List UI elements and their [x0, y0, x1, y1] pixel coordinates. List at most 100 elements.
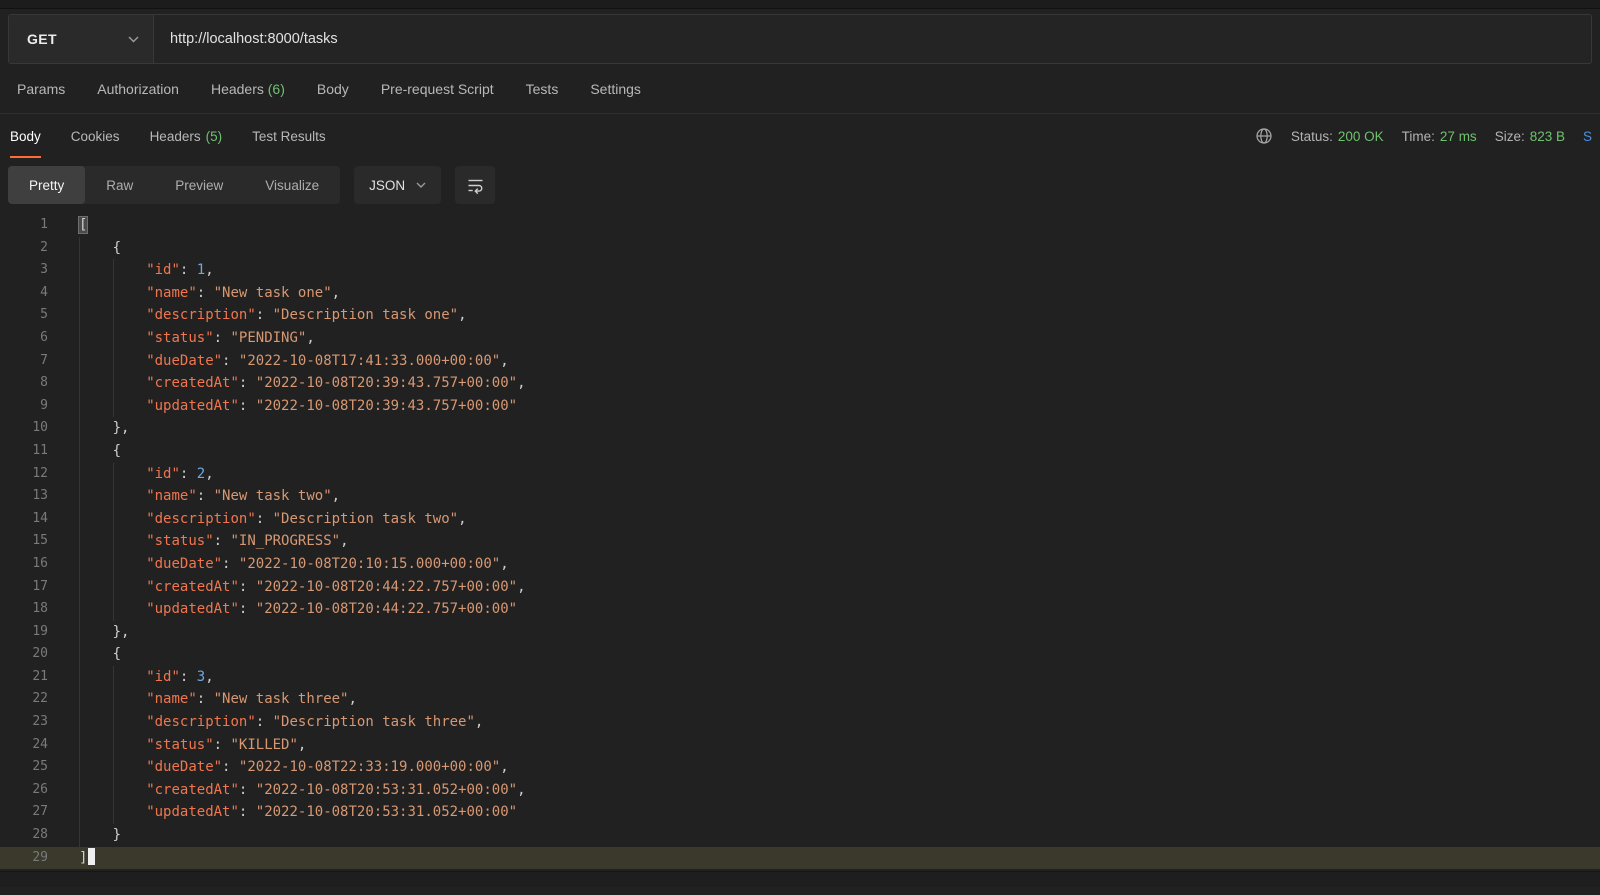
format-selector[interactable]: JSON	[354, 166, 442, 204]
view-mode-segmented-control: Pretty Raw Preview Visualize	[8, 166, 341, 204]
view-tab-preview[interactable]: Preview	[154, 166, 244, 204]
code-line: 19},	[0, 620, 1600, 644]
method-label: GET	[27, 31, 57, 47]
code-line: 21 "id": 3,	[0, 665, 1600, 689]
tab-count: (6)	[267, 80, 285, 97]
url-input[interactable]: http://localhost:8000/tasks	[154, 15, 1591, 63]
line-number: 28	[32, 827, 48, 843]
request-tab-authorization[interactable]: Authorization	[97, 81, 179, 97]
format-label: JSON	[369, 177, 406, 193]
line-number: 21	[32, 668, 48, 684]
line-number: 18	[32, 601, 48, 617]
text-cursor	[88, 847, 96, 865]
line-number: 12	[32, 465, 48, 481]
save-response-link[interactable]: S	[1583, 129, 1592, 144]
response-tab-cookies[interactable]: Cookies	[71, 114, 120, 158]
request-tab-pre-request-script[interactable]: Pre-request Script	[381, 81, 494, 97]
size-badge: Size: 823 B	[1494, 128, 1565, 144]
line-number: 4	[40, 284, 48, 300]
code-line: 26 "createdAt": "2022-10-08T20:53:31.052+…	[0, 778, 1600, 802]
response-body-editor[interactable]: 1[2{3 "id": 1, 4 "name": "New task one", 5 "d…	[0, 214, 1600, 870]
method-selector[interactable]: GET	[9, 15, 154, 63]
line-number: 13	[32, 488, 48, 504]
line-number: 9	[40, 397, 48, 413]
request-tab-tests[interactable]: Tests	[526, 81, 559, 97]
line-number: 22	[32, 691, 48, 707]
line-number: 7	[40, 352, 48, 368]
code-line: 2{	[0, 236, 1600, 260]
code-line: 10},	[0, 417, 1600, 440]
line-number: 3	[40, 262, 48, 278]
response-view-toolbar: Pretty Raw Preview Visualize JSON	[8, 166, 1600, 204]
code-line: 12 "id": 2,	[0, 462, 1600, 486]
request-tabs: Params Authorization Headers (6) Body Pre-re…	[0, 64, 1600, 114]
wrap-lines-icon	[466, 176, 485, 195]
code-line: 3 "id": 1,	[0, 259, 1600, 282]
request-tab-params[interactable]: Params	[17, 81, 65, 97]
code-line: 4 "name": "New task one",	[0, 281, 1600, 305]
line-number: 29	[32, 849, 48, 865]
line-number: 19	[32, 623, 48, 639]
code-line: 13 "name": "New task two",	[0, 485, 1600, 508]
window-top-edge	[0, 0, 1600, 9]
wrap-lines-button[interactable]	[455, 166, 496, 204]
code-line: 5 "description": "Description task one",	[0, 304, 1600, 327]
code-line: 16 "dueDate": "2022-10-08T20:10:15.000+00…	[0, 552, 1600, 576]
request-tab-headers[interactable]: Headers (6)	[211, 81, 285, 97]
line-number: 20	[32, 646, 48, 662]
globe-icon[interactable]	[1255, 127, 1273, 145]
code-line: 22 "name": "New task three",	[0, 688, 1600, 712]
line-number: 8	[40, 375, 48, 391]
code-line: 14 "description": "Description task two",	[0, 507, 1600, 531]
code-line: 23 "description": "Description task three…	[0, 711, 1600, 734]
line-number: 16	[32, 555, 48, 571]
line-number: 15	[32, 533, 48, 549]
request-tab-body[interactable]: Body	[317, 81, 349, 97]
code-line: 25 "dueDate": "2022-10-08T22:33:19.000+00…	[0, 756, 1600, 779]
response-tab-test-results[interactable]: Test Results	[252, 114, 326, 158]
request-url-bar: GET http://localhost:8000/tasks	[8, 14, 1592, 64]
line-number: 26	[32, 781, 48, 797]
line-number: 23	[32, 714, 48, 730]
code-line: 6 "status": "PENDING",	[0, 326, 1600, 350]
line-number: 14	[32, 510, 48, 526]
code-line: 8 "createdAt": "2022-10-08T20:39:43.757+0…	[0, 372, 1600, 395]
code-line: 17 "createdAt": "2022-10-08T20:44:22.757+…	[0, 575, 1600, 599]
view-tab-visualize[interactable]: Visualize	[244, 166, 340, 204]
code-line: 28}	[0, 824, 1600, 847]
line-number: 27	[32, 804, 48, 820]
response-header: Body Cookies Headers (5) Test Results Status…	[0, 114, 1600, 158]
request-tab-settings[interactable]: Settings	[590, 81, 641, 97]
line-number: 25	[32, 759, 48, 775]
line-number: 6	[40, 329, 48, 345]
status-badge: Status: 200 OK	[1290, 128, 1384, 144]
line-number: 11	[32, 442, 48, 458]
code-line: 15 "status": "IN_PROGRESS",	[0, 530, 1600, 553]
response-meta: Status: 200 OK Time: 27 ms Size: 823 B S	[1255, 114, 1592, 158]
line-number: 17	[32, 578, 48, 594]
editor-bottom-edge	[0, 871, 1600, 888]
time-badge: Time: 27 ms	[1401, 128, 1477, 144]
code-line: 18 "updatedAt": "2022-10-08T20:44:22.757+…	[0, 598, 1600, 621]
tab-count: (5)	[205, 128, 223, 144]
chevron-down-icon	[416, 182, 426, 188]
code-line: 11{	[0, 439, 1600, 463]
response-tab-headers[interactable]: Headers (5)	[150, 114, 223, 158]
response-tabs: Body Cookies Headers (5) Test Results	[10, 114, 326, 158]
code-line: 9 "updatedAt": "2022-10-08T20:39:43.757+0…	[0, 394, 1600, 418]
line-number: 10	[32, 420, 48, 436]
url-text: http://localhost:8000/tasks	[170, 31, 338, 47]
code-line: 20{	[0, 643, 1600, 666]
chevron-down-icon	[128, 35, 139, 43]
view-tab-raw[interactable]: Raw	[85, 166, 154, 204]
code-line: 29]	[0, 846, 1600, 870]
view-tab-pretty[interactable]: Pretty	[8, 166, 86, 204]
line-number: 5	[40, 307, 48, 323]
line-number: 1	[40, 217, 48, 232]
line-number: 24	[32, 736, 48, 752]
response-tab-body[interactable]: Body	[10, 114, 41, 158]
line-number: 2	[40, 239, 48, 255]
code-line: 7 "dueDate": "2022-10-08T17:41:33.000+00:…	[0, 349, 1600, 373]
code-line: 1[	[0, 214, 1600, 237]
code-line: 27 "updatedAt": "2022-10-08T20:53:31.052+…	[0, 801, 1600, 825]
